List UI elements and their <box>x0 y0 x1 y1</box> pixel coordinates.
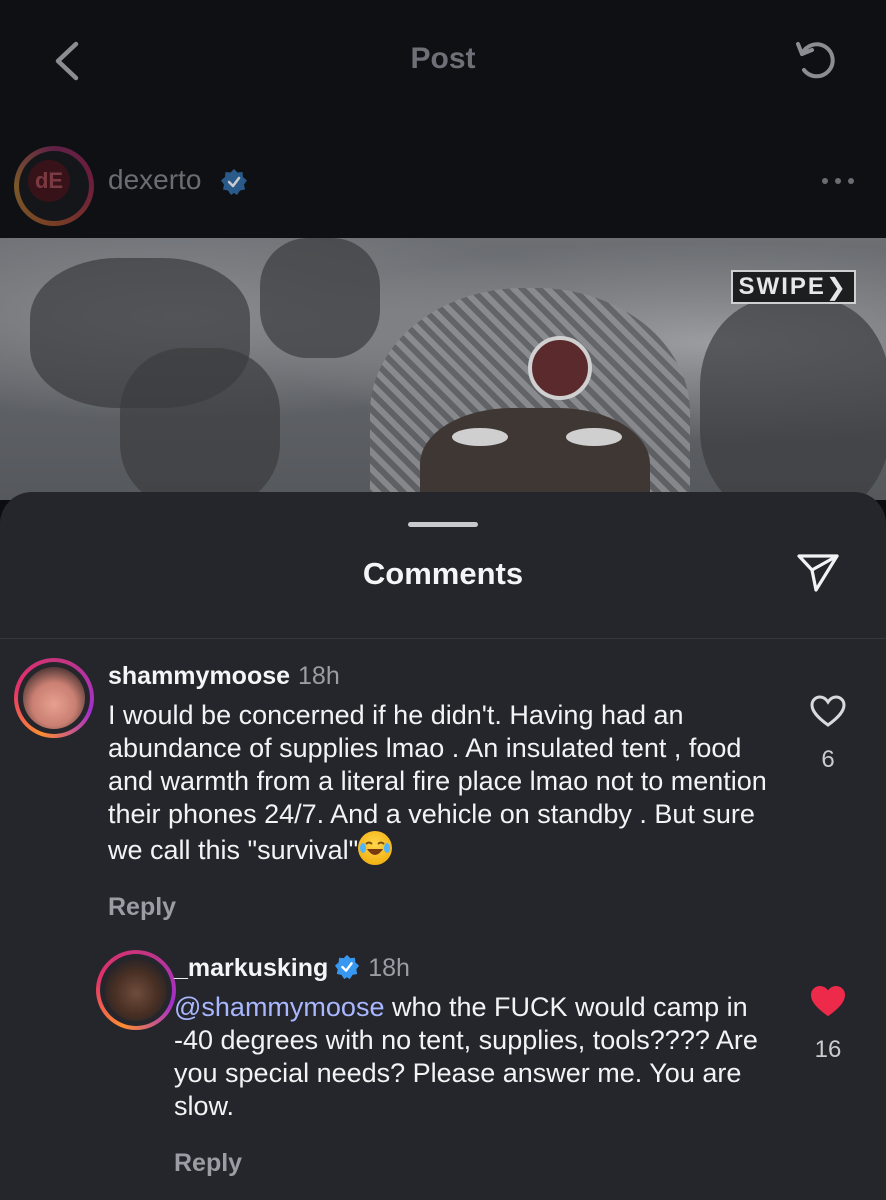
share-send-icon[interactable] <box>794 548 842 596</box>
comment-reply-item: _markusking 18h @shammymoose who the FUCK… <box>0 950 886 1200</box>
verified-badge-icon <box>335 954 360 980</box>
comment-username[interactable]: _markusking <box>174 954 328 982</box>
drag-handle[interactable] <box>408 522 478 527</box>
liked-heart-icon[interactable] <box>809 984 847 1018</box>
reply-button[interactable]: Reply <box>174 1149 794 1178</box>
page-title: Post <box>410 42 476 75</box>
top-nav-bar: Post <box>0 0 886 125</box>
comment-timestamp: 18h <box>368 954 410 982</box>
more-options-icon[interactable] <box>820 176 856 186</box>
laughing-emoji-icon <box>358 831 393 865</box>
like-heart-icon[interactable] <box>809 694 847 728</box>
commenter-avatar[interactable] <box>96 950 176 1030</box>
refresh-icon[interactable] <box>790 34 842 86</box>
post-author-avatar[interactable]: dE <box>14 146 94 226</box>
hat-logo <box>528 336 592 400</box>
divider <box>0 638 886 639</box>
swipe-badge: SWIPE ❯ <box>730 270 856 304</box>
comment-timestamp: 18h <box>298 662 340 690</box>
comment-text: @shammymoose who the FUCK would camp in … <box>174 992 758 1121</box>
commenter-avatar[interactable] <box>14 658 94 738</box>
verified-badge-icon <box>221 169 247 195</box>
like-count: 16 <box>814 1036 842 1063</box>
dexerto-logo: dE <box>28 160 70 202</box>
comments-sheet: Comments shammymoose 18h I would be conce… <box>0 492 886 1200</box>
comment-username[interactable]: shammymoose <box>108 662 290 690</box>
comment-item: shammymoose 18h I would be concerned if h… <box>0 658 886 921</box>
swipe-arrow-icon: ❯ <box>825 273 848 301</box>
like-count: 6 <box>821 746 835 773</box>
mention-link[interactable]: @shammymoose <box>174 992 384 1022</box>
subject-face <box>420 408 650 500</box>
comment-text: I would be concerned if he didn't. Havin… <box>108 700 767 865</box>
post-header: dE dexerto <box>0 124 886 238</box>
reply-button[interactable]: Reply <box>108 893 768 922</box>
comments-title: Comments <box>362 556 524 591</box>
post-username[interactable]: dexerto <box>108 164 201 196</box>
post-image[interactable]: SWIPE ❯ <box>0 238 886 500</box>
